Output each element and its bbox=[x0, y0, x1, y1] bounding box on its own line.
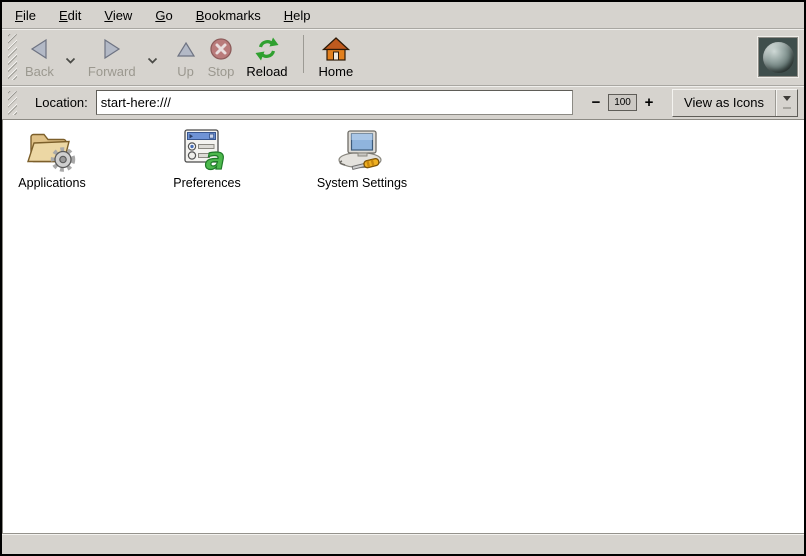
up-arrow-icon bbox=[176, 35, 196, 63]
nautilus-window: File Edit View Go Bookmarks Help Back Fo… bbox=[0, 0, 806, 556]
zoom-out-button[interactable]: − bbox=[587, 94, 605, 111]
menu-edit[interactable]: Edit bbox=[50, 5, 90, 26]
menu-bar: File Edit View Go Bookmarks Help bbox=[2, 2, 804, 29]
home-button[interactable]: Home bbox=[313, 32, 360, 82]
zoom-level-indicator[interactable]: 100 bbox=[608, 94, 637, 111]
reload-button[interactable]: Reload bbox=[240, 32, 293, 82]
toolbar: Back Forward Up bbox=[2, 29, 804, 86]
menu-bookmarks[interactable]: Bookmarks bbox=[187, 5, 270, 26]
forward-arrow-icon bbox=[100, 35, 124, 63]
reload-button-label: Reload bbox=[246, 64, 287, 79]
system-settings-computer-icon bbox=[335, 126, 389, 173]
forward-history-dropdown[interactable] bbox=[142, 32, 164, 82]
location-bar: Location: − 100 + View as Icons bbox=[2, 86, 804, 120]
location-bar-drag-handle[interactable] bbox=[8, 91, 17, 115]
icon-item-applications[interactable]: Applications bbox=[6, 126, 98, 190]
menu-help[interactable]: Help bbox=[275, 5, 320, 26]
toolbar-drag-handle[interactable] bbox=[8, 34, 17, 80]
menu-file[interactable]: File bbox=[6, 5, 45, 26]
toolbar-separator bbox=[303, 35, 304, 73]
stop-button-label: Stop bbox=[208, 64, 235, 79]
menu-go[interactable]: Go bbox=[146, 5, 181, 26]
menu-view[interactable]: View bbox=[95, 5, 141, 26]
location-input[interactable] bbox=[96, 90, 573, 115]
back-button[interactable]: Back bbox=[19, 32, 60, 82]
icon-label: System Settings bbox=[317, 176, 407, 190]
back-history-dropdown[interactable] bbox=[60, 32, 82, 82]
forward-button[interactable]: Forward bbox=[82, 32, 142, 82]
up-button-label: Up bbox=[177, 64, 194, 79]
forward-button-label: Forward bbox=[88, 64, 136, 79]
icon-item-system-settings[interactable]: System Settings bbox=[308, 126, 416, 190]
throbber-button[interactable] bbox=[758, 37, 798, 77]
back-arrow-icon bbox=[27, 35, 51, 63]
status-bar bbox=[2, 533, 804, 554]
icon-item-preferences[interactable]: a Preferences bbox=[161, 126, 253, 190]
stop-icon bbox=[209, 35, 233, 63]
stop-button[interactable]: Stop bbox=[202, 32, 241, 82]
dropdown-arrow-icon bbox=[775, 90, 797, 116]
icon-label: Applications bbox=[18, 176, 85, 190]
up-button[interactable]: Up bbox=[170, 32, 202, 82]
home-button-label: Home bbox=[319, 64, 354, 79]
preferences-dialog-icon: a bbox=[182, 126, 232, 173]
view-mode-dropdown[interactable]: View as Icons bbox=[672, 89, 798, 117]
view-mode-label: View as Icons bbox=[673, 90, 775, 116]
icon-view-pane[interactable]: Applications a Preferences bbox=[2, 120, 804, 533]
throbber-sphere-icon bbox=[763, 42, 794, 73]
location-label: Location: bbox=[35, 95, 88, 110]
home-icon bbox=[322, 35, 350, 63]
reload-icon bbox=[254, 35, 280, 63]
zoom-in-button[interactable]: + bbox=[640, 94, 658, 111]
svg-text:a: a bbox=[205, 142, 225, 173]
icon-label: Preferences bbox=[173, 176, 240, 190]
applications-folder-gear-icon bbox=[23, 126, 81, 173]
back-button-label: Back bbox=[25, 64, 54, 79]
